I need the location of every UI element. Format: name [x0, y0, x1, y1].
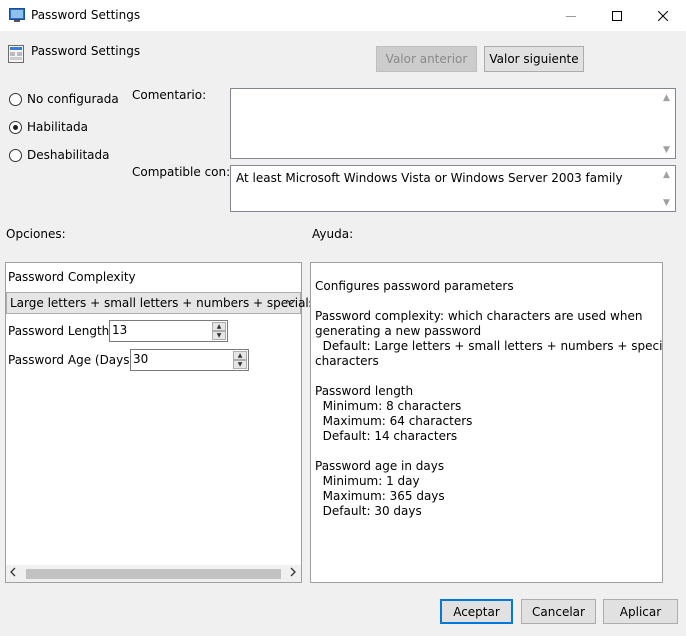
supported-textbox: At least Microsoft Windows Vista or Wind… [230, 165, 676, 212]
help-line: Configures password parameters [315, 279, 514, 293]
supported-scrollbar[interactable]: ▲ ▼ [658, 166, 675, 211]
stepper-up-icon[interactable]: ▲ [212, 322, 226, 331]
age-value[interactable]: 30 [133, 352, 148, 366]
help-line: Minimum: 8 characters [315, 399, 462, 413]
help-panel: Configures password parameters Password … [310, 262, 663, 583]
chevron-down-icon [286, 296, 296, 310]
options-panel: Password Complexity Large letters + smal… [5, 262, 315, 583]
stepper-up-icon[interactable]: ▲ [233, 351, 247, 360]
help-line: Minimum: 1 day [315, 474, 420, 488]
length-label: Password Length [8, 324, 110, 338]
help-line: Password length [315, 384, 414, 398]
help-line: Maximum: 365 days [315, 489, 445, 503]
radio-label: Deshabilitada [27, 148, 110, 162]
radio-enabled[interactable]: Habilitada [9, 120, 88, 134]
help-line: Password complexity: which characters ar… [315, 309, 643, 323]
maximize-icon [612, 10, 622, 21]
ok-button[interactable]: Aceptar [440, 599, 513, 624]
radio-circle[interactable] [9, 92, 22, 106]
help-line: Password age in days [315, 459, 445, 473]
age-stepper[interactable]: 30 ▲ ▼ [130, 349, 249, 371]
age-label: Password Age (Days) [8, 353, 135, 367]
comment-label: Comentario: [132, 88, 207, 102]
help-line: Default: 30 days [315, 504, 422, 518]
close-button[interactable] [640, 0, 686, 31]
help-line: Default: Large letters + small letters +… [315, 339, 663, 353]
scroll-up-icon[interactable]: ▲ [658, 166, 675, 183]
radio-circle[interactable] [9, 148, 22, 162]
options-hscrollbar[interactable] [6, 565, 301, 582]
help-label: Ayuda: [312, 227, 354, 241]
window-title: Password Settings [31, 8, 141, 22]
complexity-dropdown[interactable]: Large letters + small letters + numbers … [6, 292, 315, 314]
scroll-up-icon[interactable]: ▲ [658, 89, 675, 106]
supported-value: At least Microsoft Windows Vista or Wind… [236, 171, 623, 185]
scroll-thumb[interactable] [26, 569, 281, 579]
settings-window-icon [9, 8, 25, 23]
next-setting-button[interactable]: Valor siguiente [484, 46, 584, 72]
scroll-left-icon[interactable] [9, 567, 17, 580]
scroll-right-icon[interactable] [289, 567, 297, 580]
setting-name: Password Settings [31, 44, 141, 58]
minimize-icon [566, 15, 576, 17]
close-icon [658, 10, 668, 21]
options-label: Opciones: [6, 227, 66, 241]
scroll-down-icon[interactable]: ▼ [658, 194, 675, 211]
stepper-down-icon[interactable]: ▼ [233, 360, 247, 369]
length-value[interactable]: 13 [112, 323, 127, 337]
length-stepper[interactable]: 13 ▲ ▼ [109, 320, 228, 342]
complexity-label: Password Complexity [8, 270, 136, 284]
radio-label: Habilitada [27, 120, 89, 134]
complexity-selected: Large letters + small letters + numbers … [10, 296, 316, 310]
stepper-down-icon[interactable]: ▼ [212, 331, 226, 340]
policy-icon [8, 45, 24, 63]
radio-circle[interactable] [9, 120, 22, 134]
scroll-down-icon[interactable]: ▼ [658, 141, 675, 158]
help-line: generating a new password [315, 324, 482, 338]
previous-setting-button[interactable]: Valor anterior [376, 46, 477, 72]
minimize-button[interactable] [548, 0, 594, 31]
comment-textarea[interactable]: ▲ ▼ [230, 88, 676, 159]
cancel-button[interactable]: Cancelar [521, 599, 596, 624]
comment-scrollbar[interactable]: ▲ ▼ [658, 89, 675, 158]
supported-label: Compatible con: [132, 165, 231, 179]
maximize-button[interactable] [594, 0, 640, 31]
radio-label: No configurada [27, 92, 119, 106]
apply-button[interactable]: Aplicar [603, 599, 678, 624]
help-line: Default: 14 characters [315, 429, 458, 443]
help-line: characters [315, 354, 379, 368]
radio-not-configured[interactable]: No configurada [9, 92, 119, 106]
help-line: Maximum: 64 characters [315, 414, 473, 428]
radio-disabled[interactable]: Deshabilitada [9, 148, 109, 162]
